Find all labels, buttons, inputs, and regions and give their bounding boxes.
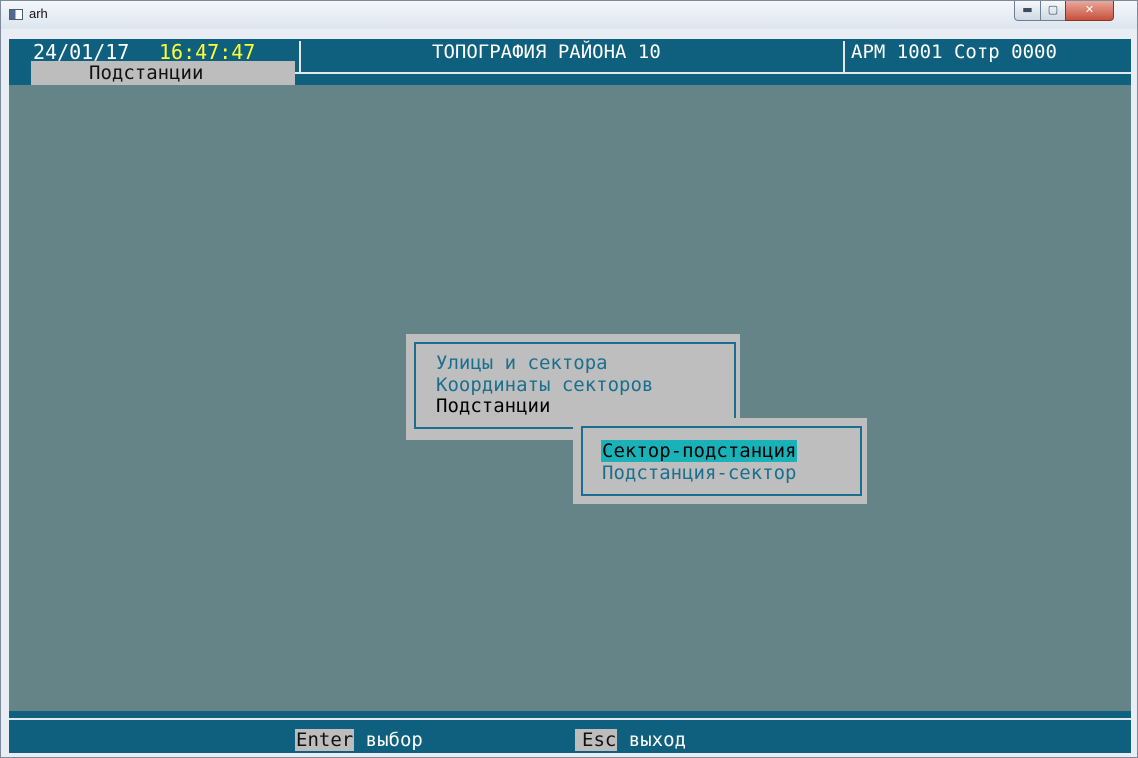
app-icon <box>9 9 23 20</box>
menu-item-coordinates[interactable]: Координаты секторов <box>436 374 653 396</box>
minimize-button[interactable]: ▬ <box>1014 1 1041 21</box>
console-area: 24/01/17 16:47:47 ТОПОГРАФИЯ РАЙОНА 10 А… <box>9 39 1131 753</box>
application-window: arh ▬ ▢ ✕ 24/01/17 16:47:47 ТОПОГРАФИЯ Р… <box>0 0 1138 758</box>
header-title: ТОПОГРАФИЯ РАЙОНА 10 <box>432 41 661 63</box>
submenu-item-sector-substation[interactable]: Сектор-подстанция <box>601 440 798 462</box>
esc-key: Esc <box>575 729 618 751</box>
esc-hint[interactable]: Esc выход <box>575 729 686 751</box>
header-divider <box>843 41 845 72</box>
window-title: arh <box>29 6 48 21</box>
submenu-item-substation-sector[interactable]: Подстанция-сектор <box>602 462 796 484</box>
maximize-button[interactable]: ▢ <box>1040 1 1066 21</box>
enter-hint[interactable]: Enter выбор <box>295 729 423 751</box>
footer-bar: Enter выбор Esc выход <box>9 711 1131 753</box>
submenu: Сектор-подстанция Подстанция-сектор <box>573 418 867 504</box>
section-label: Подстанции <box>31 61 295 85</box>
header-workstation: АРМ 1001 Сотр 0000 <box>851 41 1057 63</box>
enter-hint-label: выбор <box>354 729 423 751</box>
header-divider <box>299 41 301 72</box>
close-button[interactable]: ✕ <box>1065 1 1114 21</box>
esc-hint-label: выход <box>617 729 686 751</box>
menu-item-substations[interactable]: Подстанции <box>436 395 550 417</box>
enter-key: Enter <box>295 729 355 751</box>
window-titlebar[interactable]: arh ▬ ▢ ✕ <box>1 1 1137 29</box>
header-bar: 24/01/17 16:47:47 ТОПОГРАФИЯ РАЙОНА 10 А… <box>9 39 1131 85</box>
header-rule <box>295 72 1131 74</box>
footer-rule <box>9 718 1131 720</box>
menu-item-streets[interactable]: Улицы и сектора <box>436 352 608 374</box>
